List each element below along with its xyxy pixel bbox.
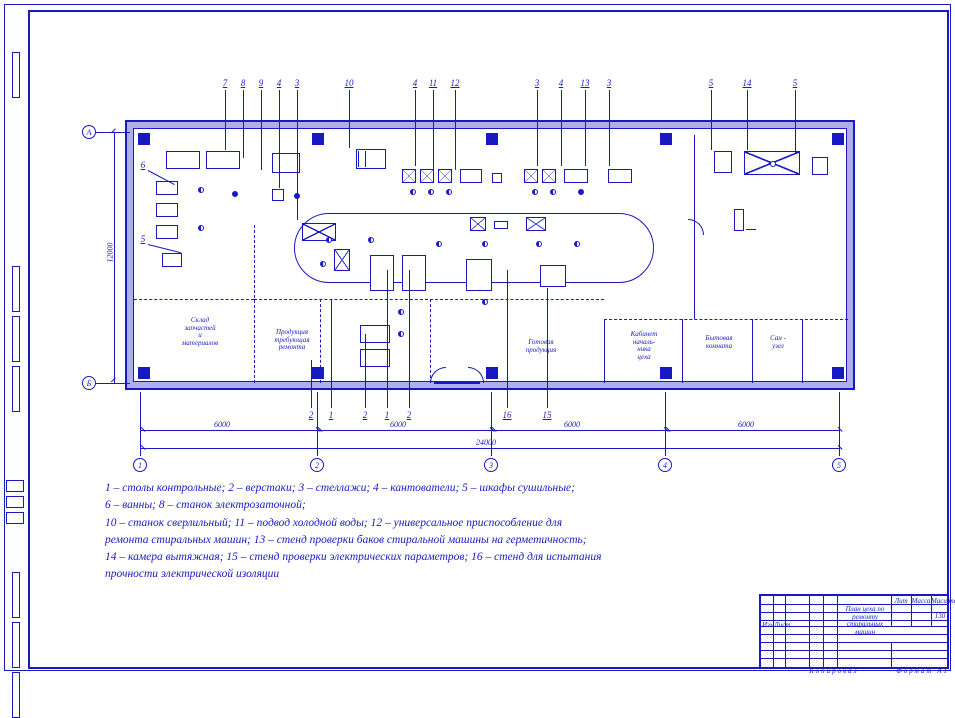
- grid-bubble-a: А: [82, 125, 96, 139]
- callout: 11: [426, 78, 440, 88]
- callout: 13: [578, 78, 592, 88]
- callout: 5: [704, 78, 718, 88]
- callout: 2: [402, 410, 416, 420]
- dim-width: 24000: [476, 438, 496, 447]
- grid-bubble: 4: [658, 458, 672, 472]
- grid-bubble: 5: [832, 458, 846, 472]
- legend-line: 1 – столы контрольные; 2 – верстаки; 3 –…: [105, 480, 745, 497]
- copied-label: Копировал: [809, 667, 858, 675]
- grid-bubble: 2: [310, 458, 324, 472]
- room-label-incoming: Продукциятребующаяремонта: [264, 329, 320, 352]
- callout: 16: [500, 410, 514, 420]
- tb-cell: Лит: [893, 597, 909, 605]
- grid-bubble: 1: [133, 458, 147, 472]
- dim-height: 12000: [106, 243, 115, 263]
- dim-bay: 6000: [738, 420, 754, 429]
- legend-line: 6 – ванны; 8 – станок электрозаточной;: [105, 497, 745, 514]
- format-label: Формат А1: [896, 667, 949, 675]
- room-label-rest: Бытоваякомната: [692, 335, 746, 350]
- tb-cell: Масштаб: [931, 597, 951, 605]
- callout: 1: [380, 410, 394, 420]
- callout: 3: [530, 78, 544, 88]
- grid-bubble: 3: [484, 458, 498, 472]
- callout: 3: [290, 78, 304, 88]
- drawing-title: План цеха по ремонту стиральных машин: [841, 606, 889, 637]
- legend-line: 10 – станок сверлильный; 11 – подвод хол…: [105, 515, 745, 532]
- tb-cell: Масса: [911, 597, 931, 605]
- equipment-legend: 1 – столы контрольные; 2 – верстаки; 3 –…: [105, 480, 745, 584]
- callout: 4: [272, 78, 286, 88]
- callout: 4: [408, 78, 422, 88]
- room-label-finished: Готоваяпродукция: [506, 339, 576, 354]
- building-interior: Складзапчастейиматериалов Продукциятребу…: [133, 128, 847, 382]
- callout: 8: [236, 78, 250, 88]
- callout: 7: [218, 78, 232, 88]
- room-label-wc: Сан -узел: [758, 335, 798, 350]
- callout: 14: [740, 78, 754, 88]
- callout: 5: [136, 234, 150, 244]
- room-label-chief: Кабинетначаль-никацеха: [614, 331, 674, 362]
- dim-bay: 6000: [564, 420, 580, 429]
- callout: 3: [602, 78, 616, 88]
- callout: 6: [136, 160, 150, 170]
- tb-cell: Лист: [774, 621, 784, 629]
- title-block-footer: Копировал Формат А1: [759, 667, 949, 675]
- callout: 1: [324, 410, 338, 420]
- legend-line: ремонта стиральных машин; 13 – стенд про…: [105, 532, 745, 549]
- room-label-storage: Складзапчастейиматериалов: [160, 317, 240, 348]
- legend-line: прочности электрической изоляции: [105, 566, 745, 583]
- binding-margin: [4, 4, 28, 669]
- floor-plan: Складзапчастейиматериалов Продукциятребу…: [70, 60, 860, 385]
- dim-bay: 6000: [214, 420, 230, 429]
- callout: 15: [540, 410, 554, 420]
- callout: 12: [448, 78, 462, 88]
- tb-cell: Изм: [762, 621, 772, 629]
- dim-bay: 6000: [390, 420, 406, 429]
- callout: 9: [254, 78, 268, 88]
- sheet-number: 130: [931, 612, 949, 620]
- callout: 2: [304, 410, 318, 420]
- callout: 5: [788, 78, 802, 88]
- callout: 4: [554, 78, 568, 88]
- grid-bubble-b: Б: [82, 376, 96, 390]
- title-block: План цеха по ремонту стиральных машин 13…: [759, 594, 949, 669]
- legend-line: 14 – камера вытяжная; 15 – стенд проверк…: [105, 549, 745, 566]
- callout: 2: [358, 410, 372, 420]
- callout: 10: [342, 78, 356, 88]
